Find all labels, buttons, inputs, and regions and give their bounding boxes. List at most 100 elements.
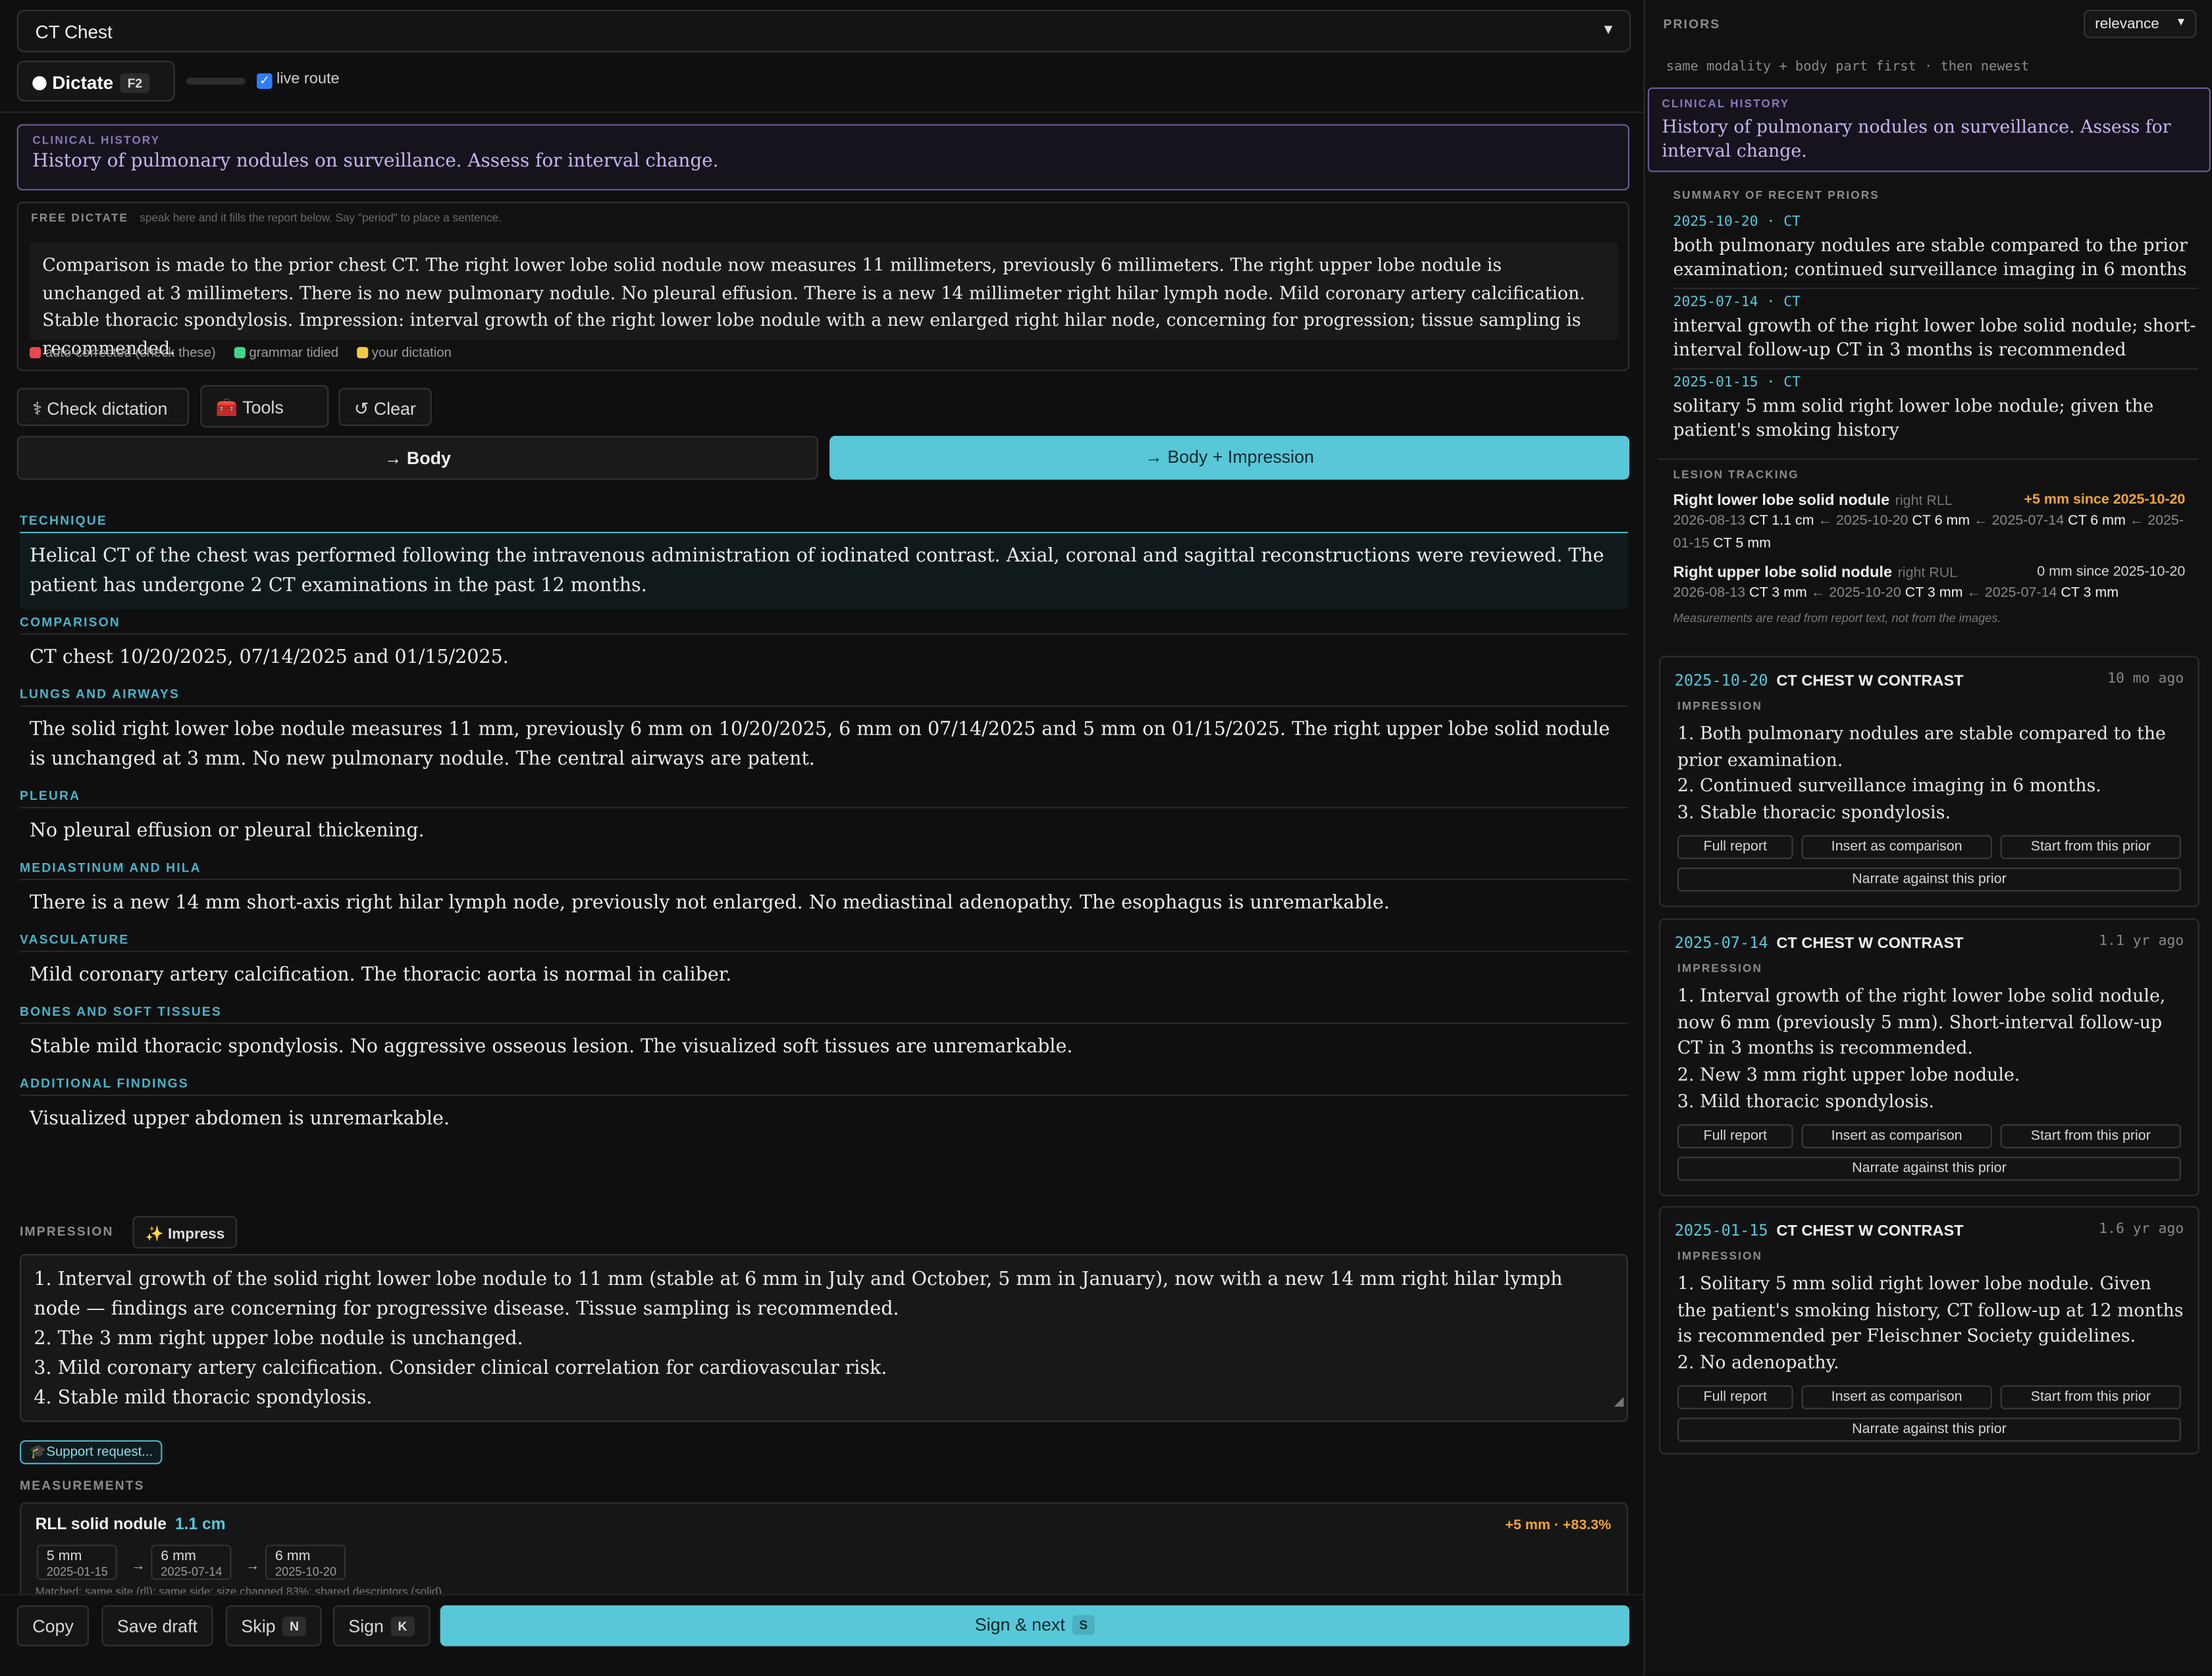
section-text[interactable]: No pleural effusion or pleural thickenin… bbox=[20, 808, 1628, 855]
prior-date: 2025-01-15 bbox=[1674, 1221, 1768, 1240]
support-request-button[interactable]: 🎓Support request... bbox=[20, 1440, 163, 1465]
body-impression-button[interactable]: → Body + Impression bbox=[830, 436, 1630, 480]
free-dictate-hint: speak here and it fills the report below… bbox=[140, 211, 502, 224]
summary-text: solitary 5 mm solid right lower lobe nod… bbox=[1673, 395, 2154, 440]
sort-select[interactable]: relevance ▼ bbox=[2084, 10, 2197, 38]
shortcut-key: K bbox=[390, 1616, 415, 1637]
impression-line: 4. Stable mild thoracic spondylosis. bbox=[34, 1388, 373, 1409]
section-text[interactable]: Helical CT of the chest was performed fo… bbox=[20, 533, 1628, 610]
clinical-history-text: History of pulmonary nodules on surveill… bbox=[1662, 115, 2171, 161]
section-pleura: PLEURA No pleural effusion or pleural th… bbox=[20, 783, 1628, 854]
prior-date: 2025-10-20 bbox=[1674, 671, 1768, 690]
section-text[interactable]: There is a new 14 mm short-axis right hi… bbox=[20, 880, 1628, 927]
lesion-history-date: 2025-07-14 bbox=[1984, 585, 2057, 601]
section-text[interactable]: Visualized upper abdomen is unremarkable… bbox=[20, 1096, 1628, 1143]
summary-item: 2025-07-14 · CT interval growth of the r… bbox=[1673, 289, 2198, 370]
summary-text: both pulmonary nodules are stable compar… bbox=[1673, 234, 2188, 280]
section-mediastinum-and-hila: MEDIASTINUM AND HILA There is a new 14 m… bbox=[20, 855, 1628, 927]
summary-text: interval growth of the right lower lobe … bbox=[1673, 314, 2196, 360]
lesion-history-date: 2025-10-20 bbox=[1835, 513, 1909, 529]
full-report-button[interactable]: Full report bbox=[1677, 1385, 1793, 1409]
study-select[interactable]: CT Chest ▼ bbox=[16, 10, 1631, 53]
impression-line: 3. Mild coronary artery calcification. C… bbox=[34, 1358, 887, 1380]
measurement-name: RLL solid nodule bbox=[35, 1516, 167, 1534]
mic-level-slider[interactable] bbox=[186, 77, 246, 85]
impress-button[interactable]: ✨ Impress bbox=[132, 1216, 238, 1249]
section-text[interactable]: Mild coronary artery calcification. The … bbox=[20, 952, 1628, 999]
summary-date: 2025-01-15 · CT bbox=[1673, 375, 1801, 391]
clear-label: Clear bbox=[373, 399, 416, 419]
lesion-history-value: CT 6 mm bbox=[2068, 513, 2126, 529]
narrate-against-prior-button[interactable]: Narrate against this prior bbox=[1677, 1157, 2181, 1181]
copy-button[interactable]: Copy bbox=[16, 1605, 90, 1646]
resize-handle-icon[interactable]: ◢ bbox=[1614, 1388, 1624, 1418]
checkbox-checked-icon[interactable]: ✓ bbox=[257, 73, 273, 90]
lesion-history-date: 2025-10-20 bbox=[1829, 585, 1901, 601]
dictate-button[interactable]: Dictate F2 bbox=[16, 61, 175, 102]
legend-swatch-red bbox=[30, 347, 41, 359]
section-text[interactable]: CT chest 10/20/2025, 07/14/2025 and 01/1… bbox=[20, 635, 1628, 681]
section-additional-findings: ADDITIONAL FINDINGS Visualized upper abd… bbox=[20, 1070, 1628, 1142]
start-from-prior-button[interactable]: Start from this prior bbox=[2000, 1385, 2181, 1409]
shortcut-key: S bbox=[1072, 1615, 1095, 1635]
impress-label: Impress bbox=[168, 1226, 225, 1243]
lesion-side: right RUL bbox=[1897, 565, 1958, 581]
full-report-button[interactable]: Full report bbox=[1677, 835, 1793, 860]
mortarboard-icon: 🎓 bbox=[30, 1444, 47, 1460]
dictation-legend: auto-corrected (check these) grammar tid… bbox=[30, 346, 465, 361]
prior-impression-line: 2. New 3 mm right upper lobe nodule. bbox=[1677, 1063, 2020, 1086]
start-from-prior-button[interactable]: Start from this prior bbox=[2000, 835, 2181, 860]
clinical-history-box: CLINICAL HISTORY History of pulmonary no… bbox=[16, 124, 1630, 191]
insert-as-comparison-button[interactable]: Insert as comparison bbox=[1801, 1124, 1992, 1149]
sign-button[interactable]: Sign K bbox=[332, 1605, 430, 1646]
prior-impression-line: 3. Mild thoracic spondylosis. bbox=[1677, 1090, 1935, 1112]
body-label: Body bbox=[406, 448, 451, 469]
lesion-history-value: CT 1.1 cm bbox=[1749, 513, 1814, 529]
narrate-against-prior-button[interactable]: Narrate against this prior bbox=[1677, 1417, 2181, 1442]
section-label: LUNGS AND AIRWAYS bbox=[20, 681, 1628, 707]
action-footer: Copy Save draft Skip N Sign K Sign & next S bbox=[0, 1594, 1644, 1676]
full-report-button[interactable]: Full report bbox=[1677, 1124, 1793, 1149]
legend-swatch-green bbox=[233, 347, 245, 359]
live-route-toggle[interactable]: ✓ live route bbox=[257, 70, 340, 90]
section-text[interactable]: The solid right lower lobe nodule measur… bbox=[20, 707, 1628, 783]
prior-summary: SUMMARY OF RECENT PRIORS 2025-10-20 · CT… bbox=[1673, 189, 2198, 448]
priors-panel: PRIORS relevance ▼ same modality + body p… bbox=[1646, 0, 2212, 1676]
check-dictation-button[interactable]: ⚕ Check dictation bbox=[16, 388, 190, 427]
report-editor-panel: CT Chest ▼ Dictate F2 ✓ live route CLINICA… bbox=[0, 0, 1645, 1676]
prior-impression-line: 1. Solitary 5 mm solid right lower lobe … bbox=[1677, 1272, 2184, 1347]
prior-age: 1.6 yr ago bbox=[2099, 1221, 2184, 1238]
tools-button[interactable]: 🧰 Tools bbox=[200, 385, 329, 428]
prior-age: 10 mo ago bbox=[2107, 671, 2184, 687]
section-label: ADDITIONAL FINDINGS bbox=[20, 1070, 1628, 1097]
impression-textarea[interactable]: 1. Interval growth of the solid right lo… bbox=[20, 1254, 1628, 1423]
prior-impression-line: 1. Both pulmonary nodules are stable com… bbox=[1677, 722, 2166, 770]
lesion-item: Right lower lobe solid nodule right RLL +… bbox=[1673, 492, 2185, 564]
summary-label: SUMMARY OF RECENT PRIORS bbox=[1673, 189, 1880, 202]
ranking-note: same modality + body part first · then n… bbox=[1666, 59, 2030, 75]
sign-and-next-button[interactable]: Sign & next S bbox=[440, 1605, 1630, 1646]
chip-date: 2025-10-20 bbox=[275, 1564, 337, 1579]
clear-button[interactable]: ↺ Clear bbox=[338, 388, 432, 427]
narrate-against-prior-button[interactable]: Narrate against this prior bbox=[1677, 867, 2181, 892]
section-text[interactable]: Stable mild thoracic spondylosis. No agg… bbox=[20, 1024, 1628, 1071]
save-draft-button[interactable]: Save draft bbox=[101, 1605, 213, 1646]
lesion-item: Right upper lobe solid nodule right RUL 0… bbox=[1673, 564, 2185, 615]
lesion-name: Right lower lobe solid nodule bbox=[1673, 492, 1890, 510]
start-from-prior-button[interactable]: Start from this prior bbox=[2000, 1124, 2181, 1149]
prior-card: 2025-10-20 CT CHEST W CONTRAST 10 mo ago … bbox=[1659, 656, 2199, 907]
skip-button[interactable]: Skip N bbox=[225, 1605, 322, 1646]
divider bbox=[0, 111, 1644, 113]
lesion-history: 2026-08-13 CT 3 mm ← 2025-10-20 CT 3 mm … bbox=[1673, 583, 2185, 604]
body-button[interactable]: → Body bbox=[16, 436, 818, 480]
sign-and-next-label: Sign & next bbox=[974, 1615, 1065, 1635]
section-label: BONES AND SOFT TISSUES bbox=[20, 999, 1628, 1024]
skip-label: Skip bbox=[241, 1616, 276, 1637]
insert-as-comparison-button[interactable]: Insert as comparison bbox=[1801, 1385, 1992, 1409]
insert-as-comparison-button[interactable]: Insert as comparison bbox=[1801, 835, 1992, 860]
measurements-label: MEASUREMENTS bbox=[20, 1478, 145, 1493]
prior-date: 2025-07-14 bbox=[1674, 933, 1768, 953]
arrow-left-icon: ← bbox=[1974, 513, 1988, 529]
lesion-name: Right upper lobe solid nodule bbox=[1673, 564, 1893, 581]
free-dictate-input[interactable]: Comparison is made to the prior chest CT… bbox=[30, 242, 1618, 357]
